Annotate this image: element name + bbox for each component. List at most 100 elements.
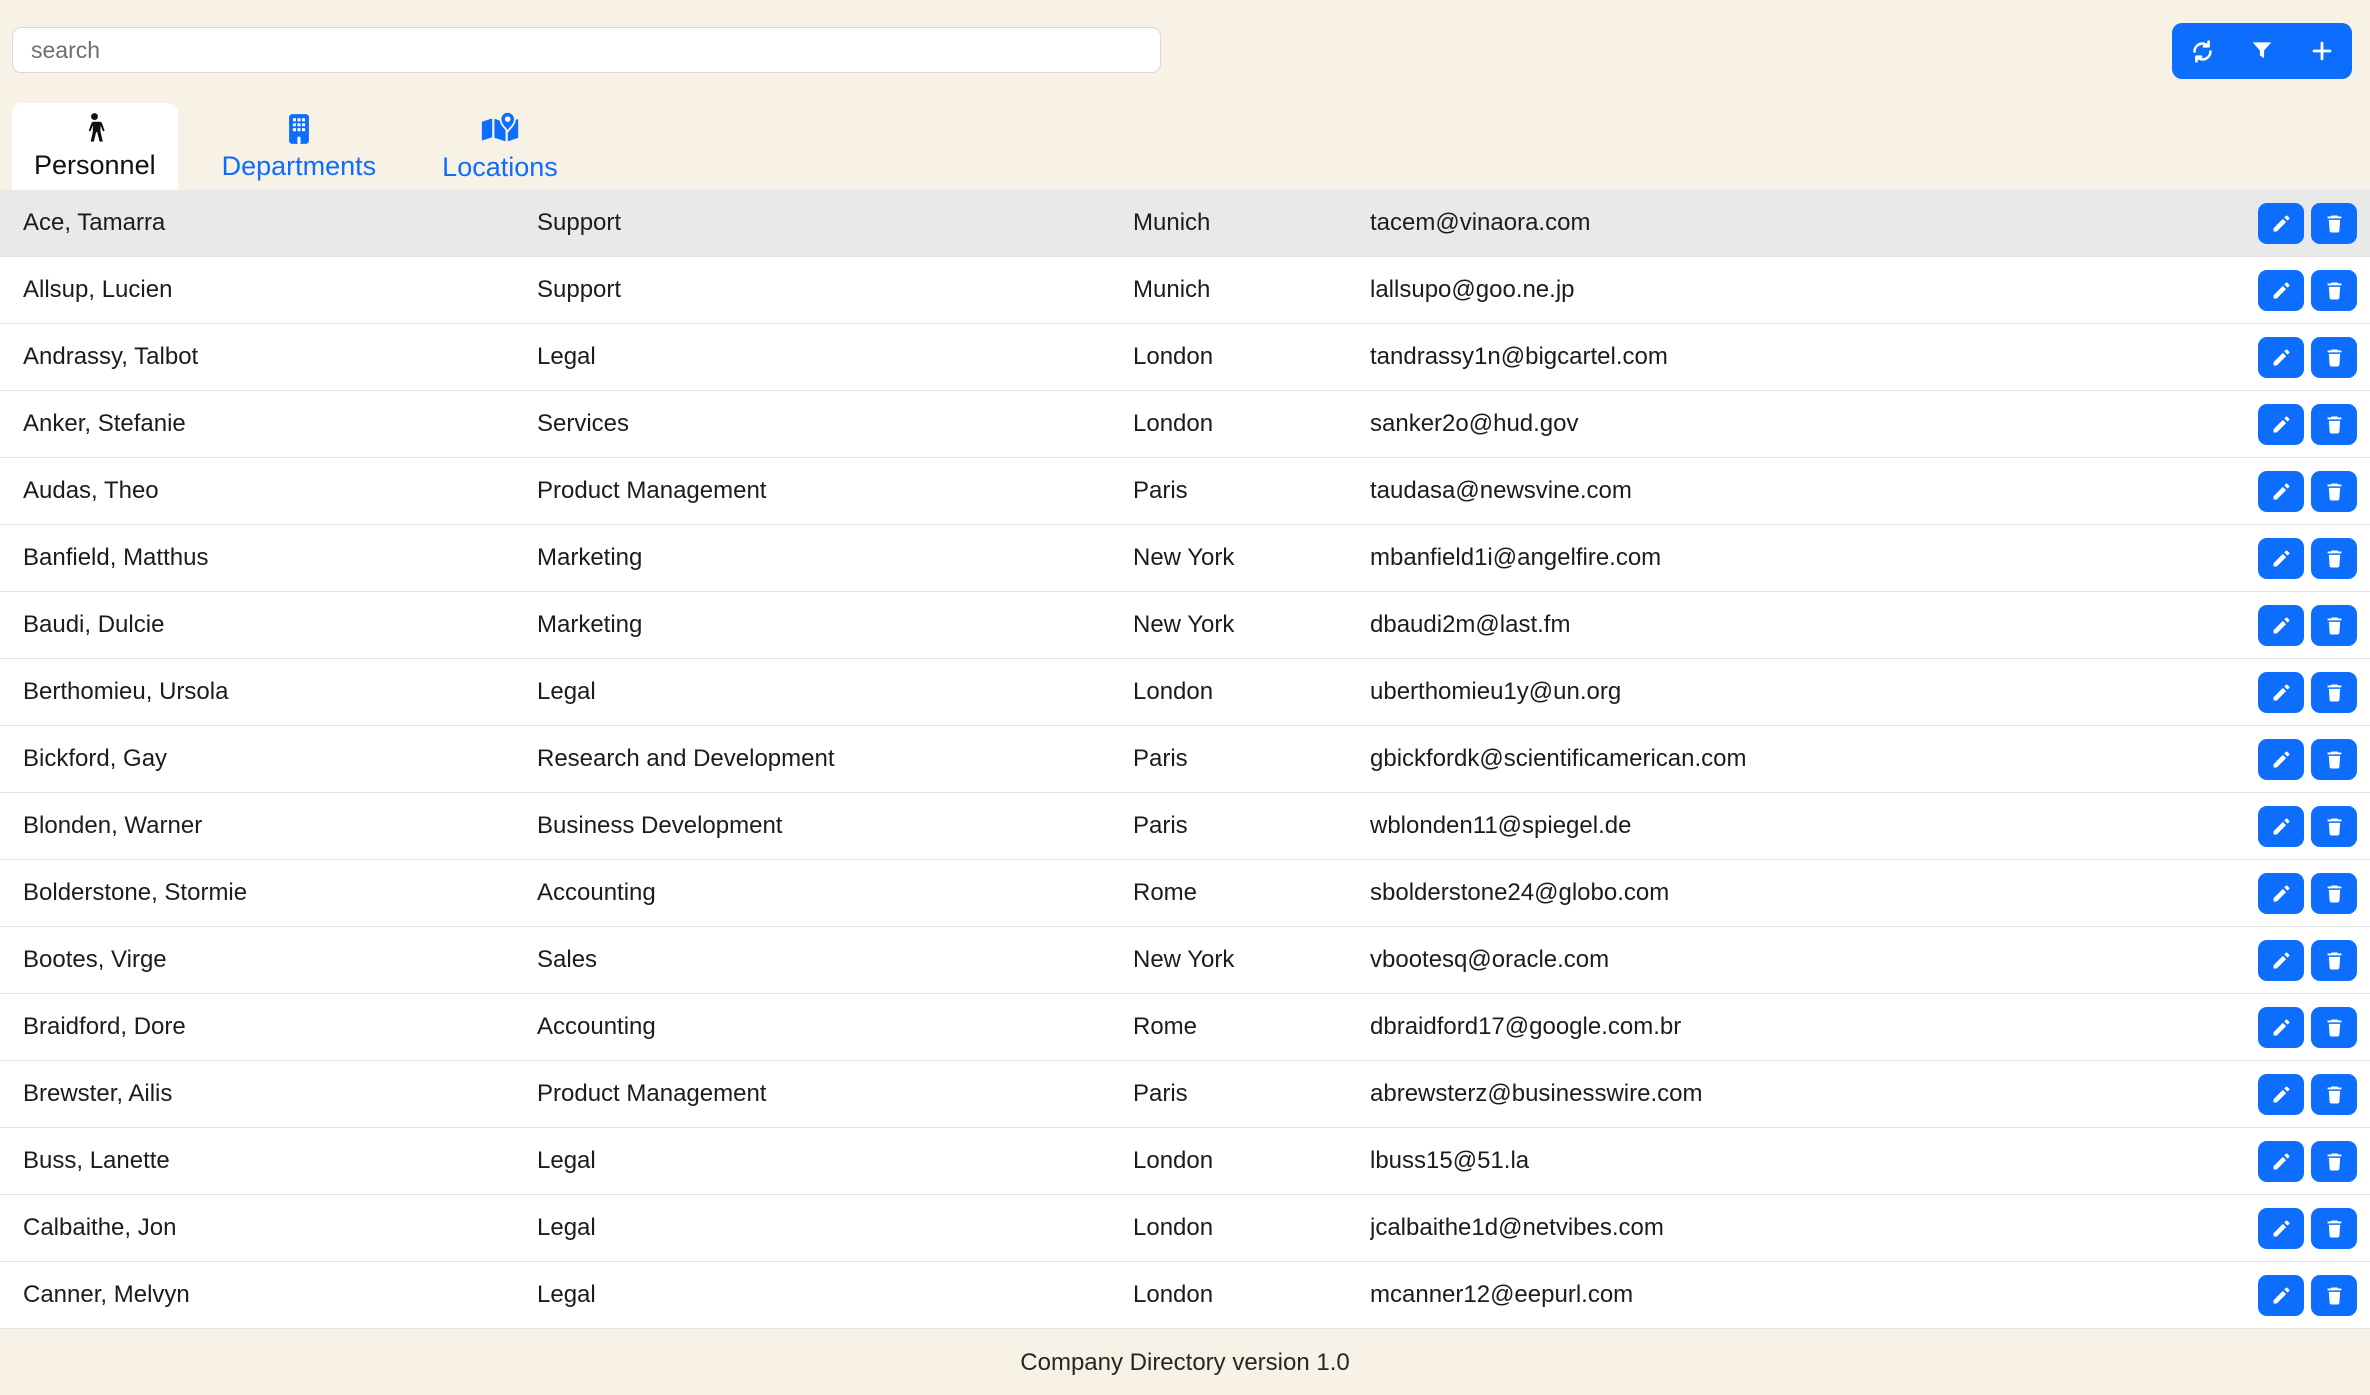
edit-button[interactable] [2258, 1208, 2304, 1249]
cell-email: tandrassy1n@bigcartel.com [1370, 343, 2258, 371]
cell-name: Ace, Tamarra [23, 209, 537, 237]
cell-department: Support [537, 276, 1133, 304]
table-row[interactable]: Berthomieu, Ursola Legal London uberthom… [0, 659, 2370, 726]
delete-button[interactable] [2311, 538, 2357, 579]
cell-location: Munich [1133, 276, 1370, 304]
tab-departments[interactable]: Departments [200, 103, 399, 190]
edit-button[interactable] [2258, 940, 2304, 981]
table-row[interactable]: Baudi, Dulcie Marketing New York dbaudi2… [0, 592, 2370, 659]
pencil-icon [2270, 748, 2293, 771]
table-row[interactable]: Bolderstone, Stormie Accounting Rome sbo… [0, 860, 2370, 927]
table-row[interactable]: Anker, Stefanie Services London sanker2o… [0, 391, 2370, 458]
add-button[interactable] [2292, 23, 2352, 79]
delete-button[interactable] [2311, 873, 2357, 914]
pencil-icon [2270, 480, 2293, 503]
pencil-icon [2270, 346, 2293, 369]
edit-button[interactable] [2258, 672, 2304, 713]
edit-button[interactable] [2258, 1275, 2304, 1316]
edit-button[interactable] [2258, 404, 2304, 445]
delete-button[interactable] [2311, 1007, 2357, 1048]
tab-label: Locations [442, 152, 558, 183]
row-actions [2258, 806, 2370, 847]
edit-button[interactable] [2258, 605, 2304, 646]
delete-button[interactable] [2311, 672, 2357, 713]
delete-button[interactable] [2311, 471, 2357, 512]
trash-icon [2323, 413, 2346, 436]
delete-button[interactable] [2311, 605, 2357, 646]
edit-button[interactable] [2258, 538, 2304, 579]
delete-button[interactable] [2311, 940, 2357, 981]
edit-button[interactable] [2258, 1007, 2304, 1048]
table-row[interactable]: Blonden, Warner Business Development Par… [0, 793, 2370, 860]
table-row[interactable]: Canner, Melvyn Legal London mcanner12@ee… [0, 1262, 2370, 1329]
edit-button[interactable] [2258, 1141, 2304, 1182]
table-row[interactable]: Allsup, Lucien Support Munich lallsupo@g… [0, 257, 2370, 324]
trash-icon [2323, 547, 2346, 570]
edit-button[interactable] [2258, 337, 2304, 378]
pencil-icon [2270, 413, 2293, 436]
table-row[interactable]: Buss, Lanette Legal London lbuss15@51.la [0, 1128, 2370, 1195]
delete-button[interactable] [2311, 1074, 2357, 1115]
cell-department: Legal [537, 1214, 1133, 1242]
delete-button[interactable] [2311, 337, 2357, 378]
row-actions [2258, 1141, 2370, 1182]
trash-icon [2323, 279, 2346, 302]
pencil-icon [2270, 1284, 2293, 1307]
cell-name: Anker, Stefanie [23, 410, 537, 438]
trash-icon [2323, 346, 2346, 369]
filter-button[interactable] [2232, 23, 2292, 79]
refresh-button[interactable] [2172, 23, 2232, 79]
delete-button[interactable] [2311, 739, 2357, 780]
delete-button[interactable] [2311, 1141, 2357, 1182]
edit-button[interactable] [2258, 471, 2304, 512]
table-row[interactable]: Braidford, Dore Accounting Rome dbraidfo… [0, 994, 2370, 1061]
top-toolbar [0, 0, 2370, 103]
trash-icon [2323, 614, 2346, 637]
table-row[interactable]: Audas, Theo Product Management Paris tau… [0, 458, 2370, 525]
cell-name: Brewster, Ailis [23, 1080, 537, 1108]
pencil-icon [2270, 949, 2293, 972]
pencil-icon [2270, 212, 2293, 235]
table-row[interactable]: Andrassy, Talbot Legal London tandrassy1… [0, 324, 2370, 391]
edit-button[interactable] [2258, 1074, 2304, 1115]
cell-name: Canner, Melvyn [23, 1281, 537, 1309]
table-row[interactable]: Ace, Tamarra Support Munich tacem@vinaor… [0, 190, 2370, 257]
cell-email: gbickfordk@scientificamerican.com [1370, 745, 2258, 773]
trash-icon [2323, 1016, 2346, 1039]
plus-icon [2308, 37, 2336, 65]
tab-locations[interactable]: Locations [420, 103, 580, 190]
delete-button[interactable] [2311, 270, 2357, 311]
cell-location: New York [1133, 544, 1370, 572]
footer-text: Company Directory version 1.0 [0, 1329, 2370, 1377]
table-row[interactable]: Brewster, Ailis Product Management Paris… [0, 1061, 2370, 1128]
cell-department: Accounting [537, 1013, 1133, 1041]
tab-personnel[interactable]: Personnel [12, 103, 178, 190]
delete-button[interactable] [2311, 1275, 2357, 1316]
delete-button[interactable] [2311, 1208, 2357, 1249]
cell-department: Accounting [537, 879, 1133, 907]
edit-button[interactable] [2258, 270, 2304, 311]
cell-name: Bootes, Virge [23, 946, 537, 974]
table-row[interactable]: Bickford, Gay Research and Development P… [0, 726, 2370, 793]
edit-button[interactable] [2258, 739, 2304, 780]
cell-department: Product Management [537, 1080, 1133, 1108]
edit-button[interactable] [2258, 806, 2304, 847]
cell-location: Munich [1133, 209, 1370, 237]
table-row[interactable]: Calbaithe, Jon Legal London jcalbaithe1d… [0, 1195, 2370, 1262]
pencil-icon [2270, 547, 2293, 570]
edit-button[interactable] [2258, 203, 2304, 244]
edit-button[interactable] [2258, 873, 2304, 914]
trash-icon [2323, 681, 2346, 704]
delete-button[interactable] [2311, 806, 2357, 847]
search-input[interactable] [12, 27, 1161, 73]
cell-department: Sales [537, 946, 1133, 974]
trash-icon [2323, 1150, 2346, 1173]
table-row[interactable]: Bootes, Virge Sales New York vbootesq@or… [0, 927, 2370, 994]
cell-location: London [1133, 1147, 1370, 1175]
cell-email: dbaudi2m@last.fm [1370, 611, 2258, 639]
table-row[interactable]: Banfield, Matthus Marketing New York mba… [0, 525, 2370, 592]
delete-button[interactable] [2311, 203, 2357, 244]
cell-email: sanker2o@hud.gov [1370, 410, 2258, 438]
delete-button[interactable] [2311, 404, 2357, 445]
cell-location: London [1133, 343, 1370, 371]
